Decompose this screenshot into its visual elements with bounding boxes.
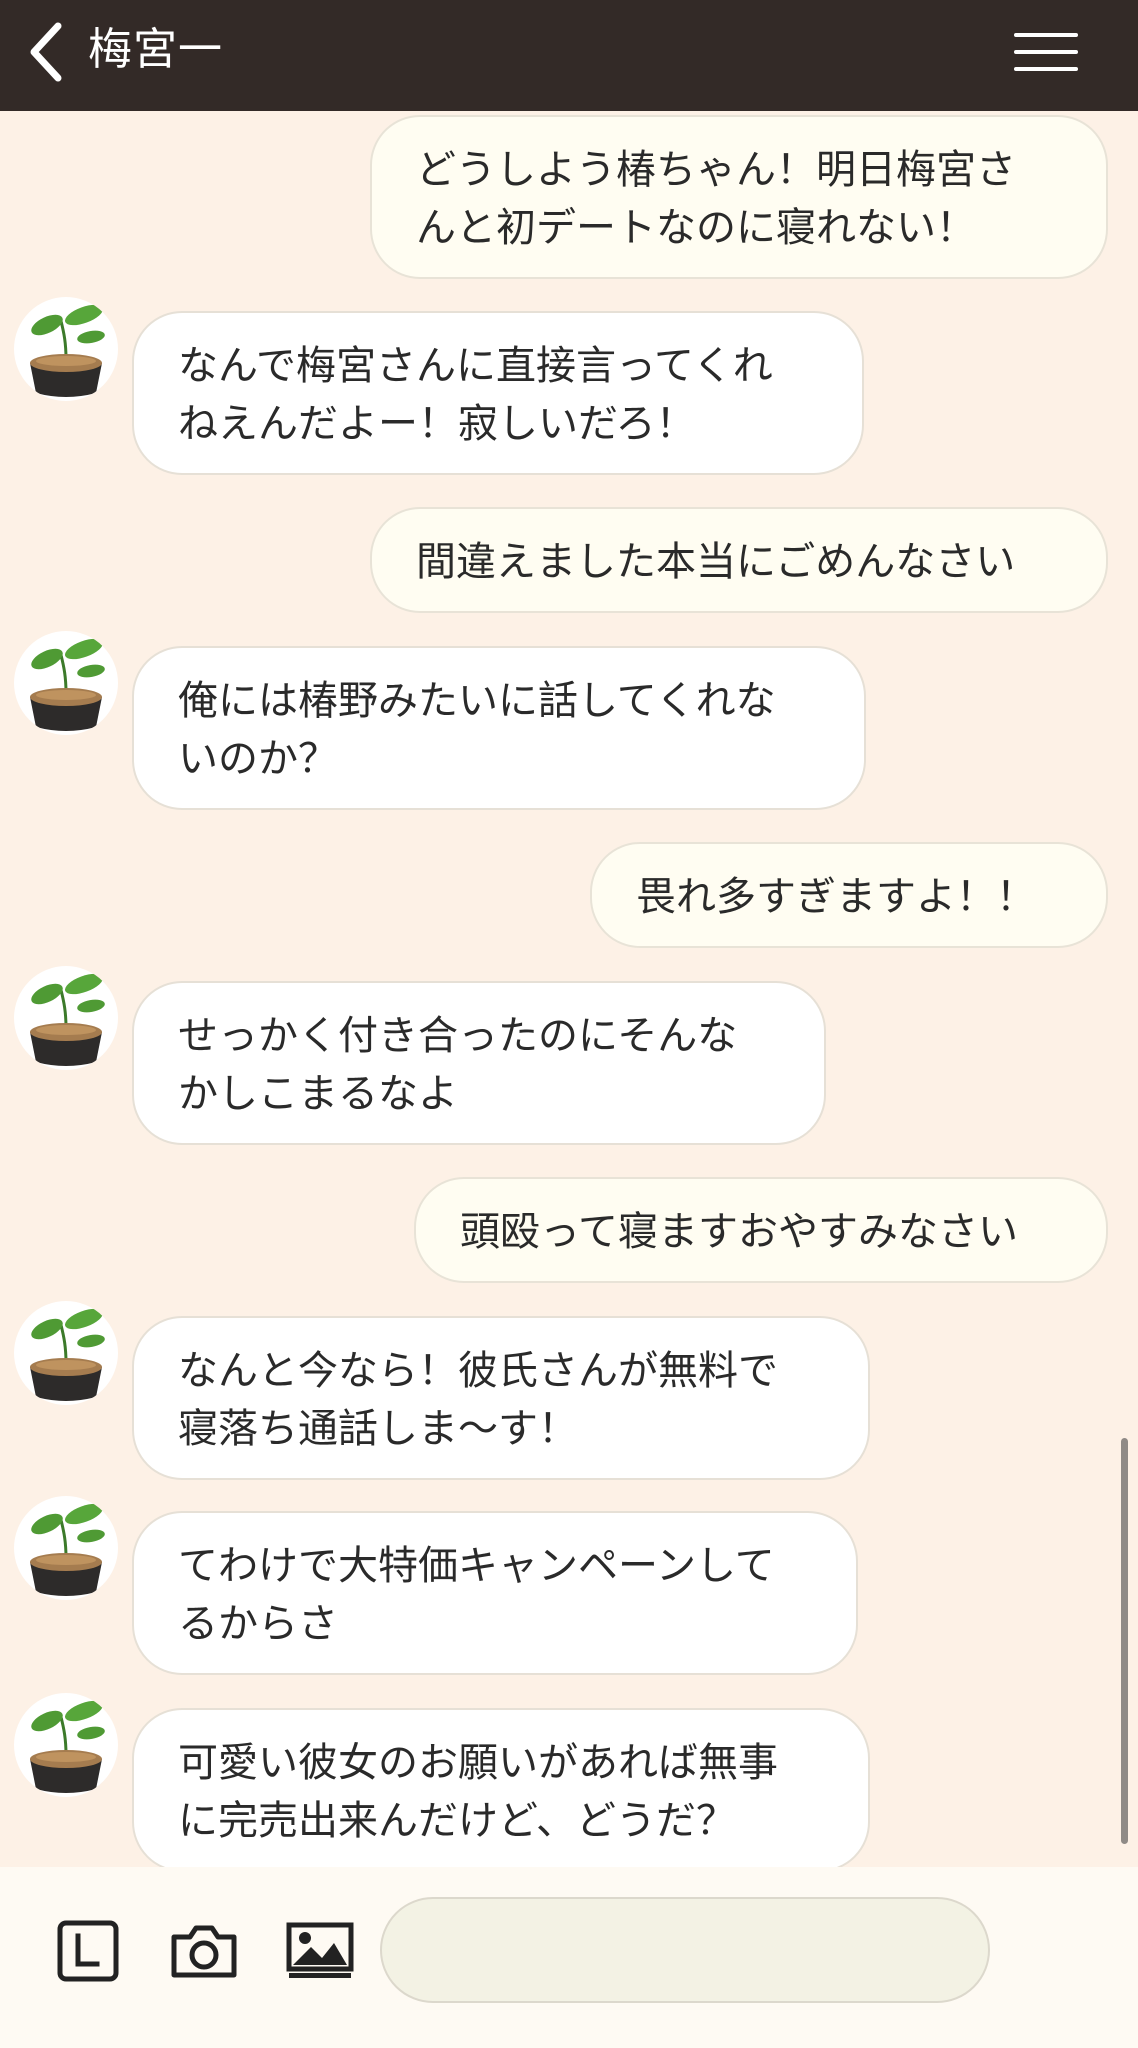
message-bubble-received: 俺には椿野みたいに話してくれな いのか？ bbox=[132, 646, 866, 810]
sprout-plant-icon bbox=[30, 304, 105, 397]
message-bubble-sent: 間違えました本当にごめんなさい bbox=[370, 507, 1108, 613]
sprout-plant-icon bbox=[30, 1700, 105, 1793]
hamburger-menu-icon bbox=[1014, 33, 1078, 37]
contact-avatar[interactable] bbox=[14, 631, 118, 735]
message-bubble-sent: 頭殴って寝ますおやすみなさい bbox=[414, 1177, 1108, 1283]
chat-title: 梅宮一 bbox=[88, 24, 223, 75]
message-bubble-received: 可愛い彼女のお願いがあれば無事 に完売出来んだけど、どうだ？ bbox=[132, 1708, 870, 1867]
camera-icon bbox=[171, 1925, 237, 1978]
chat-scrollbar[interactable] bbox=[1121, 1438, 1128, 1844]
hamburger-line bbox=[1014, 50, 1078, 54]
message-bubble-sent: どうしよう椿ちゃん！明日梅宮さ んと初デートなのに寝れない！ bbox=[370, 115, 1108, 279]
sprout-plant-icon bbox=[30, 1503, 105, 1596]
message-bubble-sent: 畏れ多すぎますよ！！ bbox=[590, 842, 1108, 948]
line-keyboard-icon bbox=[57, 1920, 119, 1982]
image-icon bbox=[286, 1922, 354, 1978]
message-bubble-received: せっかく付き合ったのにそんな かしこまるなよ bbox=[132, 981, 826, 1145]
contact-avatar[interactable] bbox=[14, 297, 118, 401]
back-button[interactable] bbox=[18, 16, 74, 88]
chevron-left-icon bbox=[30, 22, 62, 82]
message-input[interactable] bbox=[380, 1897, 990, 2003]
hamburger-line bbox=[1014, 67, 1078, 71]
contact-avatar[interactable] bbox=[14, 1301, 118, 1405]
contact-avatar[interactable] bbox=[14, 1496, 118, 1600]
message-bubble-received: てわけで大特価キャンペーンして るからさ bbox=[132, 1511, 858, 1675]
sprout-plant-icon bbox=[30, 1308, 105, 1401]
chat-header: 梅宮一 bbox=[0, 0, 1138, 111]
message-bubble-received: なんと今なら！彼氏さんが無料で 寝落ち通話しま〜す！ bbox=[132, 1316, 870, 1480]
keyboard-button[interactable] bbox=[50, 1918, 126, 1984]
chat-area[interactable]: どうしよう椿ちゃん！明日梅宮さ んと初デートなのに寝れない！ なんで梅宮さんに直… bbox=[0, 111, 1138, 1867]
image-button[interactable] bbox=[282, 1918, 358, 1984]
menu-button[interactable] bbox=[1014, 24, 1094, 80]
contact-avatar[interactable] bbox=[14, 966, 118, 1070]
contact-avatar[interactable] bbox=[14, 1693, 118, 1797]
message-bubble-received: なんで梅宮さんに直接言ってくれ ねえんだよー！寂しいだろ！ bbox=[132, 311, 864, 475]
camera-button[interactable] bbox=[166, 1918, 242, 1984]
sprout-plant-icon bbox=[30, 638, 105, 731]
sprout-plant-icon bbox=[30, 973, 105, 1066]
